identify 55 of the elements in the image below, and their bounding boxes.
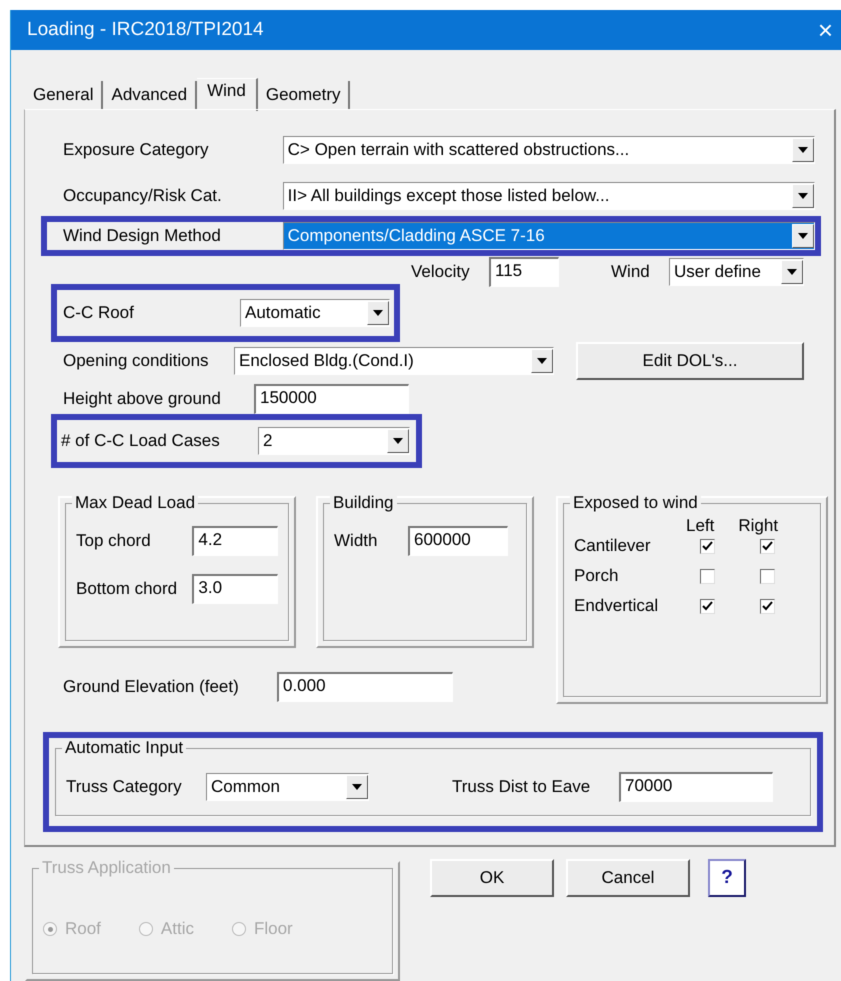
dropdown[interactable]: II> All buildings except those listed below... (282, 182, 815, 210)
field-label: C-C Roof (62, 303, 135, 323)
checkbox[interactable] (760, 598, 775, 614)
dropdown[interactable]: User define (669, 258, 804, 286)
field-label: Ground Elevation (feet) (63, 677, 240, 697)
input-field[interactable]: 115 (489, 257, 559, 287)
field-label: Bottom chord (76, 579, 178, 599)
input-field[interactable]: 0.000 (277, 672, 453, 702)
checkbox[interactable] (760, 568, 775, 584)
field-label: Wind Design Method (62, 226, 222, 246)
cancel-button[interactable]: Cancel (566, 859, 690, 897)
field-label: Occupancy/Risk Cat. (62, 186, 223, 206)
group-title: Automatic Input (62, 738, 186, 758)
checkbox-label: Cantilever (574, 536, 652, 556)
field-label: Truss Dist to Eave (451, 777, 592, 797)
field-label: Velocity (411, 262, 471, 282)
checkbox-label: Endvertical (574, 596, 660, 616)
checkbox[interactable] (700, 538, 715, 554)
input-field[interactable]: 600000 (408, 526, 508, 556)
dropdown[interactable]: C> Open terrain with scattered obstructions... (282, 136, 815, 164)
checkbox[interactable] (760, 538, 775, 554)
radio-label: Attic (160, 919, 194, 939)
field-label: Top chord (76, 531, 152, 551)
group-title: Truss Application (39, 858, 174, 878)
group-title: Exposed to wind (570, 493, 701, 513)
field-label: Opening conditions (63, 351, 210, 371)
field-label: # of C-C Load Cases (60, 431, 221, 451)
dropdown[interactable]: Enclosed Bldg.(Cond.I) (234, 347, 554, 375)
checkbox-label: Porch (574, 566, 620, 586)
field-label: Exposure Category (62, 140, 210, 160)
radio-label: Floor (254, 919, 293, 939)
dropdown[interactable]: 2 (258, 427, 410, 455)
edit-button[interactable]: Edit DOL's... (576, 342, 804, 380)
input-field[interactable]: 4.2 (192, 526, 278, 556)
group-title: Building (330, 493, 396, 513)
field-label: Wind (610, 262, 651, 282)
column-header: Right (738, 516, 778, 536)
field-label: Truss Category (66, 777, 183, 797)
dropdown[interactable]: Automatic (240, 299, 390, 327)
field-label: Width (334, 531, 378, 551)
close-button[interactable]: × (818, 14, 833, 46)
column-header: Left (686, 516, 714, 536)
input-field[interactable]: 70000 (619, 772, 773, 802)
window-title: Loading - IRC2018/TPI2014 (27, 19, 264, 41)
dropdown[interactable]: Common (206, 773, 369, 801)
field-label: Height above ground (63, 389, 222, 409)
radio-label: Roof (65, 919, 101, 939)
input-field[interactable]: 3.0 (192, 574, 278, 604)
dropdown[interactable]: Components/Cladding ASCE 7-16 (282, 222, 815, 250)
tab[interactable]: Wind (197, 78, 258, 111)
help-button[interactable]: ? (708, 859, 746, 897)
checkbox[interactable] (700, 568, 715, 584)
ok-button[interactable]: OK (430, 859, 554, 897)
checkbox[interactable] (700, 598, 715, 614)
input-field[interactable]: 150000 (254, 384, 409, 414)
